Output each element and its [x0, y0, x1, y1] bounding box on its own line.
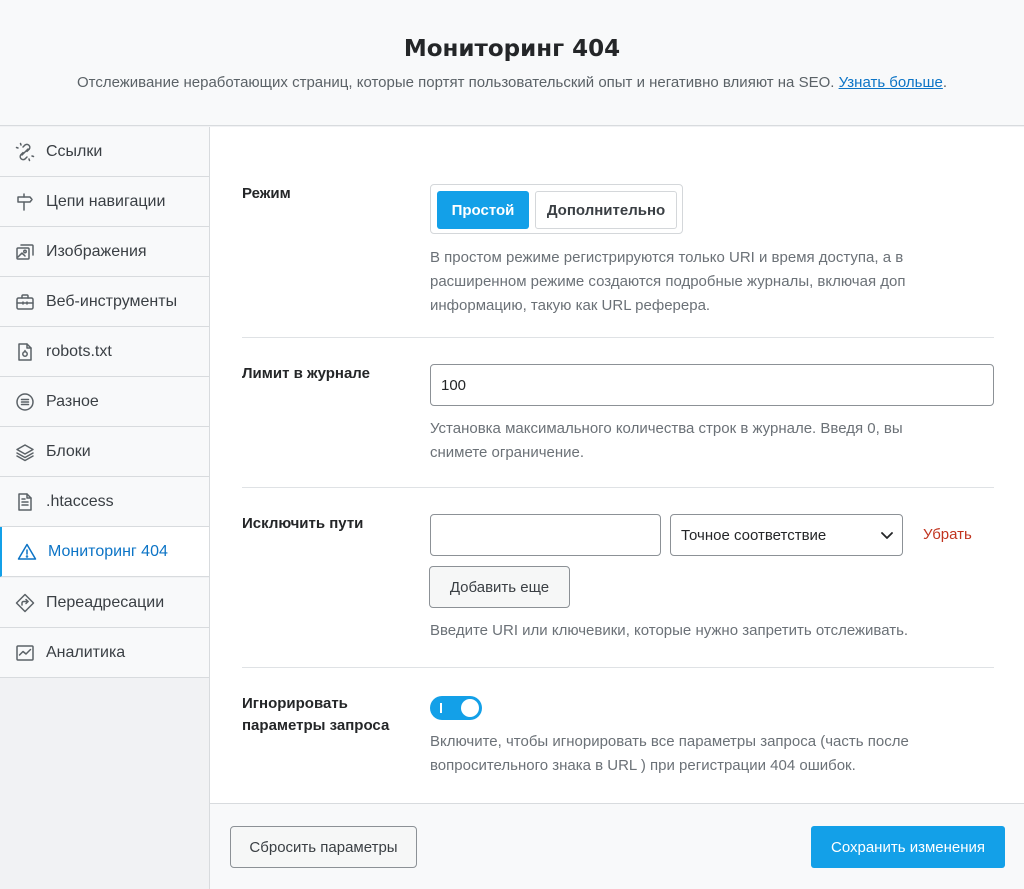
match-type-select[interactable]: Точное соответствие — [670, 514, 903, 556]
divider — [242, 487, 994, 488]
sidebar-item-label: Веб-инструменты — [46, 292, 178, 310]
sidebar-item-links[interactable]: Ссылки — [0, 127, 209, 177]
exclude-paths-label: Исключить пути — [242, 515, 364, 532]
toggle-knob — [461, 699, 479, 717]
sidebar-item-label: Переадресации — [46, 593, 165, 611]
sidebar-item-label: .htaccess — [46, 492, 114, 510]
mode-label: Режим — [242, 185, 291, 202]
add-more-button[interactable]: Добавить еще — [429, 566, 570, 608]
analytics-icon — [14, 642, 36, 664]
settings-panel: Режим Простой Дополнительно В простом ре… — [209, 127, 1024, 889]
sidebar-item-label: Цепи навигации — [46, 192, 166, 210]
sidebar-item-misc[interactable]: Разное — [0, 377, 209, 427]
log-limit-label: Лимит в журнале — [242, 365, 370, 382]
sidebar-item-label: Аналитика — [46, 643, 126, 661]
link-broken-icon — [14, 141, 36, 163]
chevron-down-icon — [881, 532, 893, 539]
divider — [242, 337, 994, 338]
page-header: Мониторинг 404 Отслеживание неработающих… — [0, 0, 1024, 126]
log-limit-help-text: Установка максимального количества строк… — [430, 420, 903, 461]
page-description: Отслеживание неработающих страниц, котор… — [76, 74, 948, 91]
redirect-icon — [14, 592, 36, 614]
remove-path-button[interactable]: Убрать — [923, 526, 972, 543]
save-button[interactable]: Сохранить изменения — [811, 826, 1005, 868]
reset-button[interactable]: Сбросить параметры — [230, 826, 417, 868]
toolbox-icon — [14, 291, 36, 313]
sidebar-item-webmaster-tools[interactable]: Веб-инструменты — [0, 277, 209, 327]
match-type-value: Точное соответствие — [681, 526, 827, 544]
signpost-icon — [14, 191, 36, 213]
sidebar-item-blocks[interactable]: Блоки — [0, 427, 209, 477]
settings-footer: Сбросить параметры Сохранить изменения — [210, 803, 1024, 889]
file-robot-icon — [14, 341, 36, 363]
mode-help-text: В простом режиме регистрируются только U… — [430, 249, 906, 314]
mode-segmented-control: Простой Дополнительно — [430, 184, 683, 234]
exclude-paths-help-text: Введите URI или ключевики, которые нужно… — [430, 622, 909, 639]
ignore-query-label: Игнорировать параметры запроса — [242, 695, 390, 734]
sidebar-item-robots[interactable]: robots.txt — [0, 327, 209, 377]
exclude-path-input[interactable] — [430, 514, 661, 556]
sidebar: Ссылки Цепи навигации Изображения Веб-ин… — [0, 127, 210, 681]
mode-advanced-button[interactable]: Дополнительно — [535, 191, 677, 229]
divider — [242, 667, 994, 668]
warning-icon — [16, 541, 38, 563]
list-circle-icon — [14, 391, 36, 413]
file-text-icon — [14, 491, 36, 513]
mode-simple-button[interactable]: Простой — [437, 191, 529, 229]
toggle-on-indicator — [440, 703, 442, 713]
learn-more-link[interactable]: Узнать больше — [839, 74, 943, 91]
log-limit-input[interactable]: 100 — [430, 364, 994, 406]
sidebar-item-label: Разное — [46, 392, 99, 410]
sidebar-item-label: Мониторинг 404 — [48, 542, 168, 560]
sidebar-item-label: robots.txt — [46, 342, 112, 360]
page-description-text: Отслеживание неработающих страниц, котор… — [76, 74, 835, 91]
sidebar-item-htaccess[interactable]: .htaccess — [0, 477, 209, 527]
ignore-query-help-text: Включите, чтобы игнорировать все парамет… — [430, 733, 909, 774]
sidebar-item-label: Ссылки — [46, 142, 103, 160]
sidebar-item-label: Блоки — [46, 442, 91, 460]
page-title: Мониторинг 404 — [403, 36, 621, 62]
blocks-icon — [14, 441, 36, 463]
sidebar-item-redirections[interactable]: Переадресации — [0, 578, 209, 628]
sidebar-item-label: Изображения — [46, 242, 147, 260]
sidebar-item-404-monitor[interactable]: Мониторинг 404 — [0, 527, 210, 577]
sidebar-item-images[interactable]: Изображения — [0, 227, 209, 277]
images-icon — [14, 241, 36, 263]
ignore-query-toggle[interactable] — [430, 696, 482, 720]
sidebar-item-analytics[interactable]: Аналитика — [0, 628, 209, 678]
sidebar-item-breadcrumbs[interactable]: Цепи навигации — [0, 177, 209, 227]
